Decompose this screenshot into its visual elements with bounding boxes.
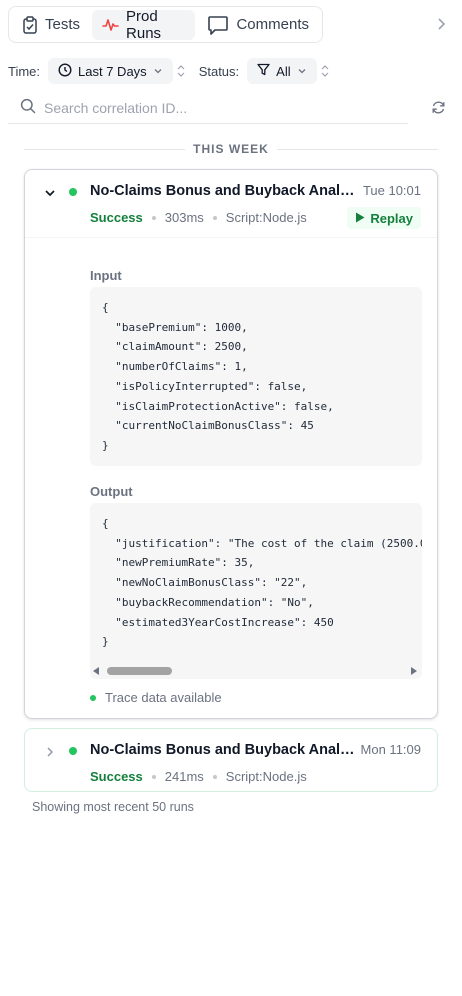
divider bbox=[276, 148, 439, 150]
trace-dot bbox=[90, 694, 96, 701]
scrollbar-thumb[interactable] bbox=[107, 667, 172, 675]
time-filter-value: Last 7 Days bbox=[78, 63, 147, 79]
search-icon bbox=[20, 98, 36, 117]
divider bbox=[24, 148, 186, 150]
tab-label: Comments bbox=[236, 16, 309, 33]
run-meta: Success 241ms Script:Node.js bbox=[90, 769, 307, 784]
tab-prod-runs[interactable]: Prod Runs bbox=[92, 7, 196, 42]
trace-status: Trace data available bbox=[90, 690, 222, 705]
run-card-header[interactable]: No-Claims Bonus and Buyback Analysis Mon… bbox=[25, 729, 437, 797]
run-duration: 303ms bbox=[164, 210, 204, 225]
tab-tests[interactable]: Tests bbox=[12, 10, 90, 40]
search-bar bbox=[8, 92, 408, 124]
chevron-right-icon[interactable] bbox=[43, 745, 57, 759]
time-filter-label: Time: bbox=[8, 63, 41, 79]
run-card: No-Claims Bonus and Buyback Analysis Tue… bbox=[24, 169, 438, 719]
run-meta: Success 303ms Script:Node.js bbox=[90, 210, 307, 225]
section-title: THIS WEEK bbox=[193, 142, 269, 156]
time-filter-dropdown[interactable]: Last 7 Days bbox=[48, 58, 173, 84]
clock-icon bbox=[58, 62, 72, 80]
run-title: No-Claims Bonus and Buyback Analysis bbox=[90, 742, 360, 758]
status-text: Success bbox=[90, 769, 143, 784]
run-timestamp: Tue 10:01 bbox=[362, 183, 421, 198]
scroll-right-icon[interactable] bbox=[411, 667, 417, 675]
tab-label: Tests bbox=[45, 16, 81, 33]
separator-dot bbox=[212, 215, 217, 220]
output-code-block: { "justification": "The cost of the clai… bbox=[90, 503, 422, 679]
status-filter-value: All bbox=[276, 63, 291, 79]
status-filter-dropdown[interactable]: All bbox=[247, 58, 317, 84]
chevron-down-icon bbox=[153, 64, 163, 79]
trace-text: Trace data available bbox=[105, 690, 222, 705]
play-icon bbox=[355, 211, 365, 226]
run-card[interactable]: No-Claims Bonus and Buyback Analysis Mon… bbox=[24, 728, 438, 792]
replay-button[interactable]: Replay bbox=[347, 207, 421, 229]
separator-dot bbox=[151, 774, 156, 779]
status-text: Success bbox=[90, 210, 143, 225]
status-dot bbox=[69, 747, 77, 755]
activity-icon bbox=[102, 17, 119, 33]
replay-label: Replay bbox=[370, 210, 413, 226]
tab-label: Prod Runs bbox=[126, 7, 162, 42]
status-filter-label: Status: bbox=[198, 63, 240, 79]
funnel-icon bbox=[257, 63, 270, 79]
run-card-header[interactable]: No-Claims Bonus and Buyback Analysis Tue… bbox=[25, 170, 437, 238]
run-duration: 241ms bbox=[164, 769, 204, 784]
comment-icon bbox=[207, 14, 229, 36]
tab-comments[interactable]: Comments bbox=[197, 10, 319, 40]
section-header: THIS WEEK bbox=[24, 141, 439, 157]
filter-bar: Time: Last 7 Days Status: All bbox=[8, 58, 343, 84]
chevron-down-icon bbox=[297, 64, 307, 79]
input-code-block: { "basePremium": 1000, "claimAmount": 25… bbox=[90, 287, 422, 466]
separator-dot bbox=[151, 215, 156, 220]
runs-footer: Showing most recent 50 runs bbox=[32, 800, 194, 814]
horizontal-scrollbar[interactable] bbox=[90, 663, 422, 679]
tab-bar: Tests Prod Runs Comments bbox=[8, 6, 323, 43]
refresh-icon[interactable] bbox=[431, 100, 446, 115]
sort-arrows-icon[interactable] bbox=[177, 64, 185, 78]
chevron-right-icon[interactable] bbox=[434, 16, 448, 32]
output-json: { "justification": "The cost of the clai… bbox=[102, 517, 422, 649]
scroll-left-icon[interactable] bbox=[93, 667, 99, 675]
input-label: Input bbox=[90, 268, 122, 283]
input-json: { "basePremium": 1000, "claimAmount": 25… bbox=[102, 301, 334, 452]
chevron-down-icon[interactable] bbox=[43, 186, 57, 200]
search-input[interactable] bbox=[44, 99, 384, 116]
separator-dot bbox=[212, 774, 217, 779]
run-source: Script:Node.js bbox=[225, 769, 307, 784]
sort-arrows-icon[interactable] bbox=[321, 64, 329, 78]
run-timestamp: Mon 11:09 bbox=[360, 742, 421, 757]
output-label: Output bbox=[90, 484, 133, 499]
clipboard-icon bbox=[22, 15, 38, 34]
run-source: Script:Node.js bbox=[225, 210, 307, 225]
run-title: No-Claims Bonus and Buyback Analysis bbox=[90, 183, 360, 199]
status-dot bbox=[69, 188, 77, 196]
